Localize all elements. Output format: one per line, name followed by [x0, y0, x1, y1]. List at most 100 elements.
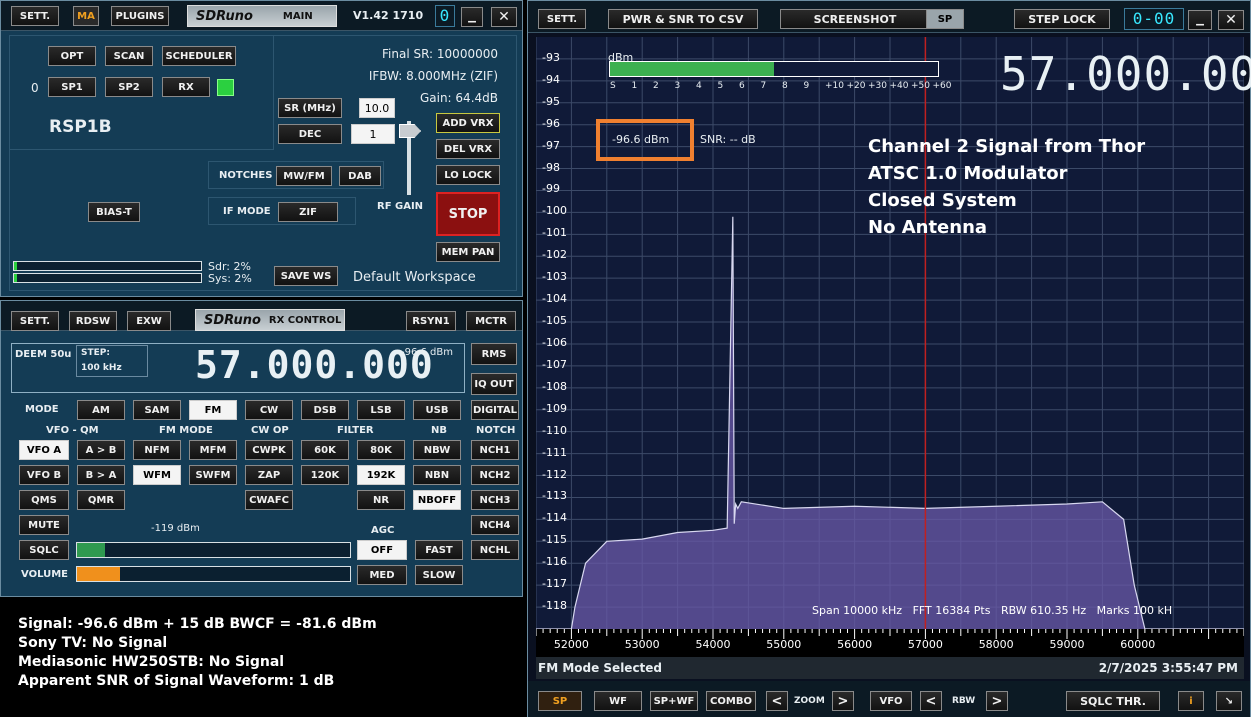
save-ws-button[interactable]: SAVE WS	[274, 266, 338, 286]
exw-button[interactable]: EXW	[127, 311, 171, 331]
sp-tab-button[interactable]: SP	[926, 9, 964, 29]
nboff-button[interactable]: NBOFF	[413, 490, 461, 510]
pwr-snr-csv-button[interactable]: PWR & SNR TO CSV	[608, 9, 758, 29]
nch2-button[interactable]: NCH2	[471, 465, 519, 485]
smeter-label: +40	[889, 81, 909, 91]
nbw-button[interactable]: NBW	[413, 440, 461, 460]
lsb-button[interactable]: LSB	[357, 400, 405, 420]
rbw-down-button[interactable]: <	[920, 691, 942, 711]
rbw-up-button[interactable]: >	[986, 691, 1008, 711]
info-icon[interactable]: i	[1178, 691, 1204, 711]
nr-button[interactable]: NR	[357, 490, 405, 510]
rx-frequency[interactable]: 57.000.000	[195, 343, 434, 387]
wf-mode-button[interactable]: WF	[594, 691, 642, 711]
x-axis-ruler[interactable]: 52000 53000 54000 55000 56000 57000 58000 59000…	[536, 629, 1244, 657]
digital-button[interactable]: DIGITAL	[471, 400, 519, 420]
dec-value[interactable]: 1	[351, 124, 395, 144]
cw-button[interactable]: CW	[245, 400, 293, 420]
b-to-a-button[interactable]: B > A	[77, 465, 125, 485]
vfo-a-button[interactable]: VFO A	[19, 440, 69, 460]
spwf-mode-button[interactable]: SP+WF	[650, 691, 698, 711]
del-vrx-button[interactable]: DEL VRX	[436, 139, 500, 159]
rdsw-button[interactable]: RDSW	[69, 311, 117, 331]
notch-label: NOTCH	[476, 425, 516, 436]
zoom-in-button[interactable]: >	[832, 691, 854, 711]
spectrum-frequency[interactable]: 57.000.000	[1000, 47, 1251, 101]
vfo-b-button[interactable]: VFO B	[19, 465, 69, 485]
qmr-button[interactable]: QMR	[77, 490, 125, 510]
scan-button[interactable]: SCAN	[105, 46, 153, 66]
am-button[interactable]: AM	[77, 400, 125, 420]
mute-button[interactable]: MUTE	[19, 515, 69, 535]
zif-button[interactable]: ZIF	[278, 202, 338, 222]
nch3-button[interactable]: NCH3	[471, 490, 519, 510]
wfm-button[interactable]: WFM	[133, 465, 181, 485]
cwafc-button[interactable]: CWAFC	[245, 490, 293, 510]
mem-pan-button[interactable]: MEM PAN	[436, 242, 500, 262]
spectrum-plot-area[interactable]: -93 -94 -95 -96 -97 -98 -99 -100 -101 -102 -103 -10…	[536, 37, 1251, 629]
screenshot-button[interactable]: SCREENSHOT	[780, 9, 930, 29]
add-vrx-button[interactable]: ADD VRX	[436, 113, 500, 133]
combo-mode-button[interactable]: COMBO	[706, 691, 756, 711]
dsb-button[interactable]: DSB	[301, 400, 349, 420]
spectrum-minimize-icon[interactable]: ▁	[1188, 10, 1212, 30]
nbn-button[interactable]: NBN	[413, 465, 461, 485]
nch4-button[interactable]: NCH4	[471, 515, 519, 535]
main-plugins-button[interactable]: PLUGINS	[111, 6, 169, 26]
agc-off-button[interactable]: OFF	[357, 540, 407, 560]
filter-192k-button[interactable]: 192K	[357, 465, 405, 485]
qms-button[interactable]: QMS	[19, 490, 69, 510]
squelch-slider[interactable]	[76, 542, 351, 558]
sqlc-button[interactable]: SQLC	[19, 540, 69, 560]
filter-60k-button[interactable]: 60K	[301, 440, 349, 460]
nch1-button[interactable]: NCH1	[471, 440, 519, 460]
zap-button[interactable]: ZAP	[245, 465, 293, 485]
bottom-toolbar: SP WF SP+WF COMBO < ZOOM > VFO < RBW > S…	[528, 681, 1250, 717]
sr-value[interactable]: 10.0	[359, 98, 395, 118]
main-sett-button[interactable]: SETT.	[11, 6, 59, 26]
sp2-button[interactable]: SP2	[105, 77, 153, 97]
sp-mode-button[interactable]: SP	[538, 691, 582, 711]
step-lock-button[interactable]: STEP LOCK	[1014, 9, 1110, 29]
sp1-button[interactable]: SP1	[48, 77, 96, 97]
nfm-button[interactable]: NFM	[133, 440, 181, 460]
rx-sett-button[interactable]: SETT.	[11, 311, 59, 331]
main-minimize-icon[interactable]: ▁	[461, 7, 483, 27]
rms-button[interactable]: RMS	[471, 343, 517, 365]
mwfm-button[interactable]: MW/FM	[276, 166, 332, 186]
mctr-button[interactable]: MCTR	[466, 311, 516, 331]
agc-slow-button[interactable]: SLOW	[415, 565, 463, 585]
scheduler-button[interactable]: SCHEDULER	[162, 46, 236, 66]
volume-slider[interactable]	[76, 566, 351, 582]
opt-button[interactable]: OPT	[48, 46, 96, 66]
dab-button[interactable]: DAB	[339, 166, 381, 186]
main-close-icon[interactable]: ✕	[491, 7, 517, 27]
usb-button[interactable]: USB	[413, 400, 461, 420]
bias-t-button[interactable]: BIAS-T	[88, 202, 140, 222]
step-value[interactable]: 100 kHz	[81, 363, 122, 373]
filter-120k-button[interactable]: 120K	[301, 465, 349, 485]
main-ma-button[interactable]: MA	[73, 6, 99, 26]
nchl-button[interactable]: NCHL	[471, 540, 519, 560]
mfm-button[interactable]: MFM	[189, 440, 237, 460]
cwpk-button[interactable]: CWPK	[245, 440, 293, 460]
rsyn1-button[interactable]: RSYN1	[406, 311, 456, 331]
vfo-button[interactable]: VFO	[870, 691, 912, 711]
annotation-line-3: Closed System	[868, 190, 1017, 211]
a-to-b-button[interactable]: A > B	[77, 440, 125, 460]
resize-corner-icon[interactable]: ↘	[1216, 691, 1242, 711]
agc-fast-button[interactable]: FAST	[415, 540, 463, 560]
sqlc-thr-button[interactable]: SQLC THR.	[1066, 691, 1160, 711]
sp-sett-button[interactable]: SETT.	[538, 9, 586, 29]
rx-button[interactable]: RX	[162, 77, 210, 97]
filter-80k-button[interactable]: 80K	[357, 440, 405, 460]
swfm-button[interactable]: SWFM	[189, 465, 237, 485]
stop-button[interactable]: STOP	[436, 192, 500, 236]
spectrum-close-icon[interactable]: ✕	[1218, 10, 1244, 30]
fm-button[interactable]: FM	[189, 400, 237, 420]
lo-lock-button[interactable]: LO LOCK	[436, 165, 500, 185]
iq-out-button[interactable]: IQ OUT	[471, 373, 517, 395]
sam-button[interactable]: SAM	[133, 400, 181, 420]
zoom-out-button[interactable]: <	[766, 691, 788, 711]
agc-med-button[interactable]: MED	[357, 565, 407, 585]
